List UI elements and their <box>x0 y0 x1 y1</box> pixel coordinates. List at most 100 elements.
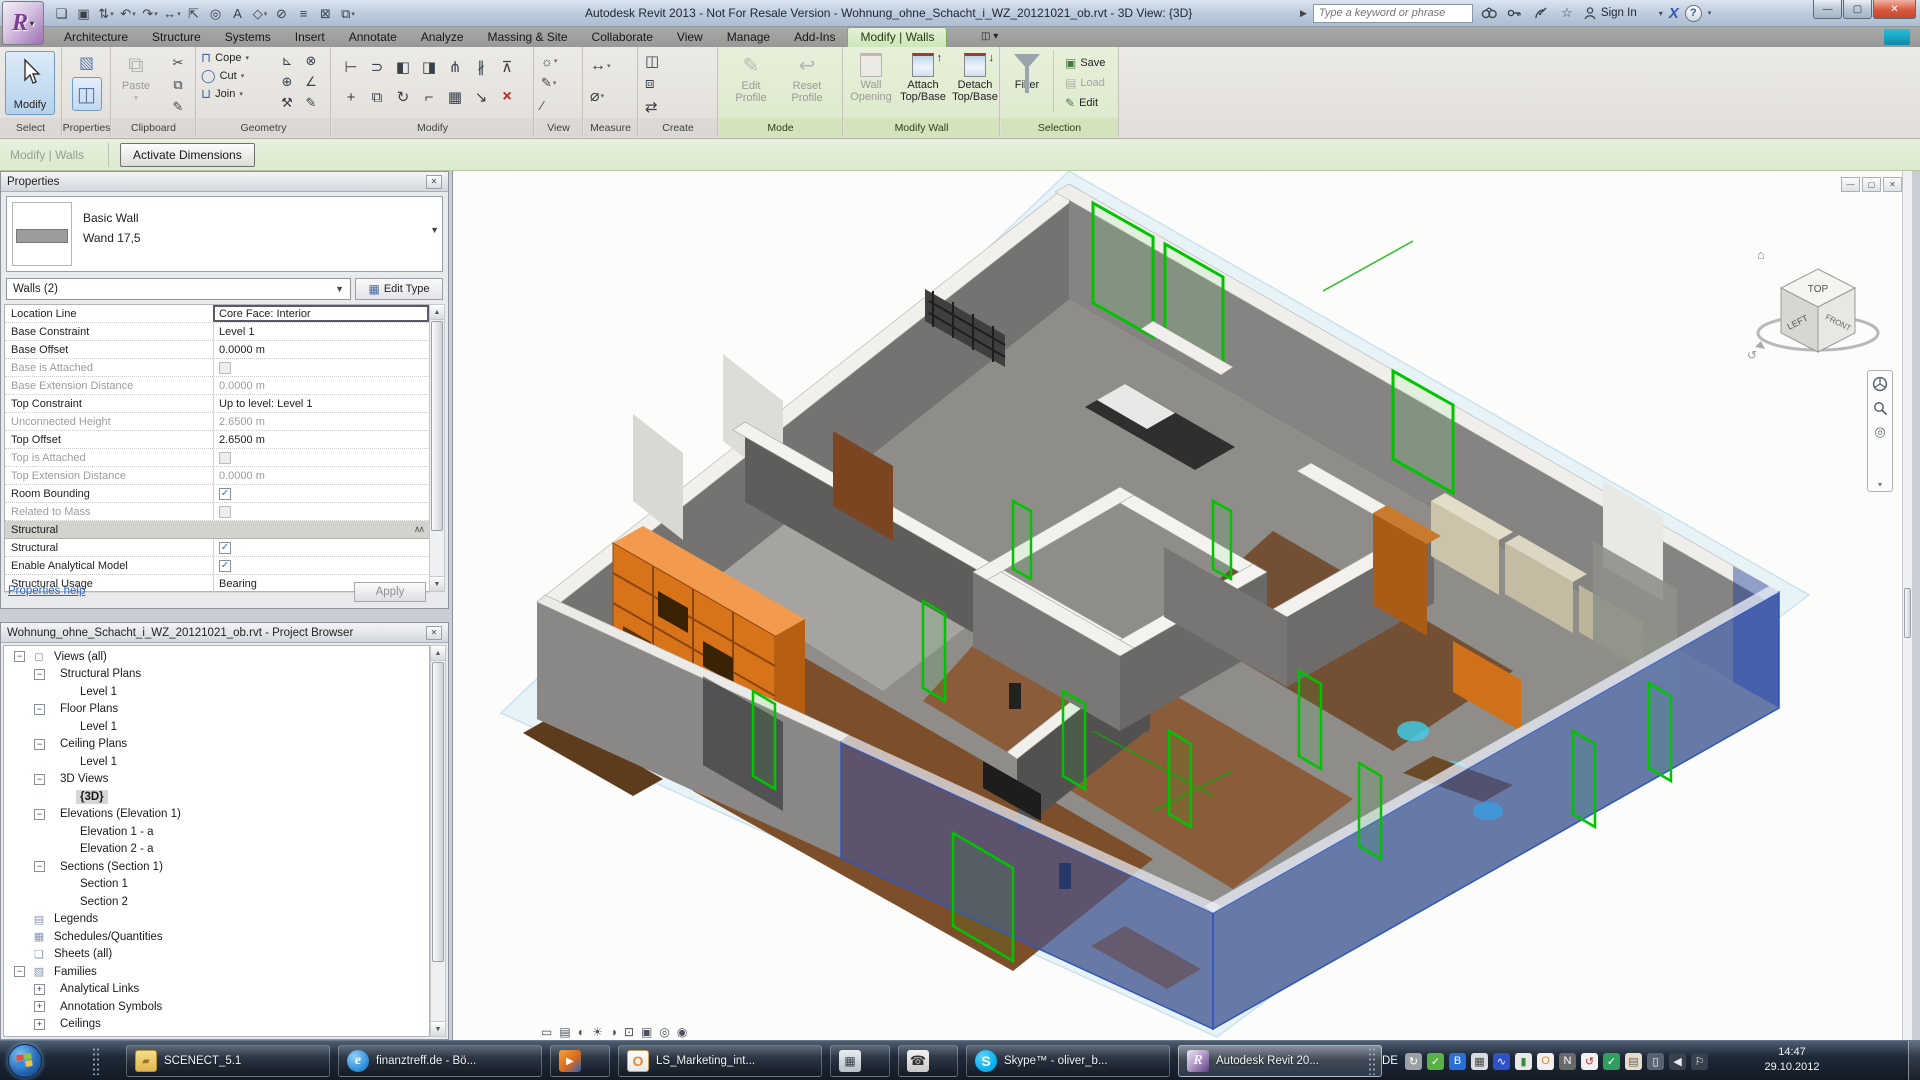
create-assembly-icon[interactable]: ⇄ <box>645 97 658 116</box>
onenote-icon[interactable]: N <box>1558 1052 1576 1070</box>
default-3d-view-icon[interactable]: ◇ ▾ <box>250 4 270 24</box>
apply-coping-icon[interactable]: ⊕ <box>275 71 299 92</box>
ribbon-tab[interactable]: Add-Ins <box>782 28 847 47</box>
close-button[interactable]: ✕ <box>1873 0 1916 19</box>
battery-icon[interactable]: ▮ <box>1514 1052 1532 1070</box>
taskbar-clock[interactable]: 14:47 29.10.2012 <box>1748 1045 1836 1075</box>
tree-expand-icon[interactable] <box>34 1001 45 1013</box>
tree-item[interactable]: Views (all) <box>4 648 429 666</box>
redo-icon[interactable]: ↷ ▾ <box>140 4 160 24</box>
tree-item[interactable]: Ceilings <box>4 1016 429 1034</box>
reveal-hidden-elements-icon[interactable]: ◉ <box>677 1025 687 1039</box>
detail-level-icon[interactable]: ▤ <box>559 1025 570 1039</box>
update-tray-icon[interactable]: ↻ <box>1404 1052 1422 1070</box>
paint-icon[interactable]: ✎ <box>299 92 323 113</box>
property-row[interactable]: Location Line ∧∧ Core Face: Interior <box>5 305 429 323</box>
switch-windows-icon[interactable]: ⧉ ▾ <box>338 4 358 24</box>
tree-item[interactable]: Floor Plans <box>4 701 429 719</box>
selection-combo[interactable]: Walls (2) ▼ <box>6 278 351 300</box>
open-icon[interactable]: ❏ <box>52 4 72 24</box>
shadows-icon[interactable]: ◑ <box>610 1025 617 1039</box>
property-checkbox[interactable] <box>219 361 231 374</box>
tree-item[interactable]: Elevations (Elevation 1) <box>4 806 429 824</box>
autodesk-360-icon[interactable] <box>1884 29 1910 45</box>
tree-item[interactable]: Elevation 2 - a <box>4 841 429 859</box>
sun-path-icon[interactable]: ☀ <box>592 1025 603 1039</box>
tree-expand-icon[interactable] <box>34 808 45 820</box>
property-row[interactable]: Related to Mass ∧∧ <box>5 503 429 521</box>
attach-top-base-button[interactable]: ↑ Attach Top/Base <box>898 52 948 103</box>
volume-icon[interactable]: ◀ <box>1668 1052 1686 1070</box>
tree-item[interactable]: Ceiling Plans <box>4 736 429 754</box>
modify-tool-button[interactable]: Modify <box>5 51 55 115</box>
start-button[interactable] <box>8 1044 42 1078</box>
taskbar-item-media-player[interactable] <box>550 1045 610 1077</box>
temporary-hide-icon[interactable]: ◎ <box>659 1025 669 1039</box>
undo-icon[interactable]: ↶ ▾ <box>118 4 138 24</box>
show-crop-icon[interactable]: ▣ <box>641 1025 652 1039</box>
offset-icon[interactable]: ⊃ <box>364 52 390 82</box>
trim-extend-icon[interactable]: ⌐ <box>416 82 442 112</box>
calculator-tray-icon[interactable]: ▦ <box>1470 1052 1488 1070</box>
infocenter-toggle-icon[interactable]: ▶ <box>1300 8 1307 19</box>
split-element-icon[interactable]: ⋔ <box>442 52 468 82</box>
filter-button[interactable]: Filter <box>1005 54 1049 93</box>
scroll-up-icon[interactable]: ▲ <box>430 305 444 320</box>
property-grid-scrollbar[interactable]: ▲ ▼ <box>429 304 445 592</box>
tag-icon[interactable]: ◎ <box>206 4 226 24</box>
array-icon[interactable]: ▦ <box>442 82 468 112</box>
tree-item[interactable]: Section 2 <box>4 893 429 911</box>
view-minimize-icon[interactable]: — <box>1841 177 1860 192</box>
sync-tray-icon[interactable]: ↺ <box>1580 1052 1598 1070</box>
load-selection-button[interactable]: ▤ Load <box>1065 75 1105 91</box>
property-row[interactable]: Base Offset ∧∧ 0.0000 m <box>5 341 429 359</box>
properties-close-icon[interactable]: ✕ <box>426 174 442 189</box>
taskbar-item-skype[interactable]: Skype™ - oliver_b... <box>966 1045 1170 1077</box>
cut-icon[interactable]: ✂ <box>168 53 188 73</box>
canvas-scrollbar[interactable] <box>1902 171 1912 1040</box>
search-input[interactable] <box>1312 3 1473 23</box>
sync-with-central-icon[interactable]: ⇅ ▾ <box>96 4 116 24</box>
tree-expand-icon[interactable] <box>14 966 25 978</box>
match-type-icon[interactable]: ✎ <box>168 97 188 117</box>
orbit-icon[interactable]: ◎ <box>1871 423 1889 441</box>
split-with-gap-icon[interactable]: ∦ <box>468 52 494 82</box>
edit-profile-button[interactable]: ✎ Edit Profile <box>727 53 775 104</box>
wall-joins-icon[interactable]: ⊾ <box>275 50 299 71</box>
tree-expand-icon[interactable] <box>34 861 45 873</box>
tree-expand-icon[interactable] <box>34 773 45 785</box>
property-row[interactable]: Unconnected Height ∧∧ 2.6500 m <box>5 413 429 431</box>
browser-scrollbar[interactable]: ▲ ▼ <box>430 645 446 1037</box>
thin-lines-icon[interactable]: ≡ <box>294 4 314 24</box>
tree-item[interactable]: Schedules/Quantities <box>4 928 429 946</box>
bluetooth-icon[interactable]: B <box>1448 1052 1466 1070</box>
move-icon[interactable]: + <box>338 82 364 112</box>
rotate-icon[interactable]: ↻ <box>390 82 416 112</box>
tree-item[interactable]: Level 1 <box>4 718 429 736</box>
tree-item[interactable]: 3D Views <box>4 771 429 789</box>
network-icon[interactable]: ▯ <box>1646 1052 1664 1070</box>
outlook-tray-icon[interactable]: O <box>1536 1052 1554 1070</box>
cut-profile-icon[interactable]: ⊗ <box>299 50 323 71</box>
tree-item[interactable]: Sections (Section 1) <box>4 858 429 876</box>
type-selector-dropdown-icon[interactable]: ▼ <box>430 225 439 235</box>
angle-joins-icon[interactable]: ∠ <box>299 71 323 92</box>
action-center-flag-icon[interactable]: ⚐ <box>1690 1052 1708 1070</box>
scale-icon[interactable]: ▭ <box>541 1025 552 1039</box>
ribbon-tab[interactable]: Structure <box>140 28 213 47</box>
help-icon[interactable]: ? <box>1684 4 1702 22</box>
close-hidden-windows-icon[interactable]: ⊠ <box>316 4 336 24</box>
taskbar-item-scenect[interactable]: SCENECT_5.1 <box>126 1045 330 1077</box>
text-icon[interactable]: A <box>228 4 248 24</box>
navbar-more-icon[interactable]: ▾ <box>1878 480 1882 489</box>
pin-icon[interactable]: ⊼ <box>494 52 520 82</box>
tree-item[interactable]: Structural Plans <box>4 666 429 684</box>
ribbon-tab[interactable]: Analyze <box>409 28 476 47</box>
property-checkbox[interactable] <box>219 451 231 464</box>
scroll-up-icon[interactable]: ▲ <box>431 646 445 661</box>
ribbon-tab[interactable]: Massing & Site <box>476 28 580 47</box>
ribbon-tab[interactable]: Insert <box>283 28 337 47</box>
scroll-down-icon[interactable]: ▼ <box>431 1021 445 1036</box>
edit-selection-button[interactable]: ✎ Edit <box>1065 95 1098 111</box>
property-row[interactable]: Base Extension Distance ∧∧ 0.0000 m <box>5 377 429 395</box>
